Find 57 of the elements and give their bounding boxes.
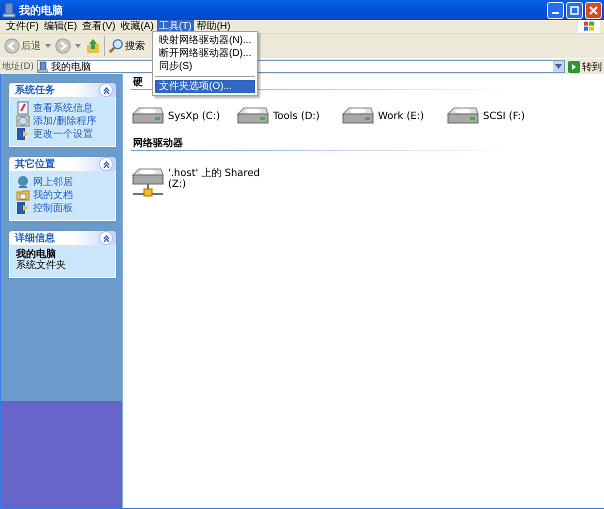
dropdown-arrow-icon bbox=[44, 43, 52, 49]
go-button[interactable]: 转到 bbox=[568, 60, 602, 74]
menu-option[interactable]: 断开网络驱动器(D)... bbox=[155, 47, 256, 60]
minimize-button[interactable] bbox=[547, 2, 564, 18]
address-label: 地址(D) bbox=[2, 60, 34, 73]
minimize-icon bbox=[552, 12, 559, 14]
section-heading: 网络驱动器 bbox=[131, 138, 513, 151]
maximize-button[interactable] bbox=[566, 2, 583, 18]
forward-button[interactable] bbox=[54, 37, 72, 55]
drive-label[interactable]: SysXp (C:) bbox=[168, 110, 220, 122]
chevron-up-icon bbox=[102, 160, 110, 168]
panel-title: 系统任务 bbox=[15, 84, 55, 97]
folder-icon bbox=[16, 188, 30, 202]
detail-description: 系统文件夹 bbox=[16, 260, 67, 271]
collapse-button[interactable] bbox=[99, 83, 113, 97]
document-icon bbox=[16, 100, 30, 114]
disc-icon bbox=[16, 114, 30, 128]
menu-option[interactable]: 映射网络驱动器(N)... bbox=[155, 34, 256, 47]
maximize-icon bbox=[570, 6, 579, 14]
dropdown-arrow-icon bbox=[555, 64, 562, 69]
drive-label[interactable]: Tools (D:) bbox=[273, 110, 320, 122]
drive-label[interactable]: Work (E:) bbox=[378, 110, 424, 122]
flag-logo-icon bbox=[583, 21, 595, 32]
panel-title: 详细信息 bbox=[15, 231, 55, 245]
task-link[interactable]: 网上邻居 bbox=[33, 174, 73, 188]
menu-item[interactable]: 文件(F) bbox=[4, 20, 41, 33]
dropdown-arrow-icon bbox=[74, 43, 82, 49]
menu-item[interactable]: 编辑(E) bbox=[42, 20, 80, 33]
collapse-button[interactable] bbox=[99, 157, 113, 171]
drive-label[interactable]: '.host' 上的 Shared (Z:) bbox=[168, 165, 260, 190]
up-folder-icon bbox=[85, 37, 101, 55]
window-title: 我的电脑 bbox=[19, 2, 64, 18]
panel-icon bbox=[16, 200, 30, 214]
menu-option[interactable]: 文件夹选项(O)... bbox=[155, 80, 256, 93]
task-link[interactable]: 我的文档 bbox=[33, 188, 73, 202]
menu-item[interactable]: 帮助(H) bbox=[194, 20, 232, 33]
globe-icon bbox=[16, 174, 30, 188]
detail-name: 我的电脑 bbox=[16, 249, 56, 260]
search-button[interactable]: 搜索 bbox=[107, 37, 146, 55]
computer-icon bbox=[2, 2, 16, 18]
task-link[interactable]: 添加/删除程序 bbox=[33, 114, 96, 128]
drive-label[interactable]: SCSI (F:) bbox=[483, 110, 525, 122]
panel-icon bbox=[16, 126, 30, 140]
menu-item[interactable]: 查看(V) bbox=[80, 20, 118, 33]
menu-option[interactable]: 同步(S) bbox=[155, 60, 256, 73]
task-link[interactable]: 控制面板 bbox=[33, 200, 73, 214]
close-icon bbox=[589, 6, 598, 14]
collapse-button[interactable] bbox=[99, 231, 113, 245]
task-link[interactable]: 查看系统信息 bbox=[33, 100, 93, 114]
chevron-up-icon bbox=[102, 234, 110, 242]
task-link[interactable]: 更改一个设置 bbox=[33, 126, 93, 140]
panel-title: 其它位置 bbox=[15, 157, 55, 171]
menu-item[interactable]: 收藏(A) bbox=[118, 20, 156, 33]
back-button[interactable]: 后退 bbox=[3, 37, 42, 55]
close-button[interactable] bbox=[585, 2, 602, 18]
chevron-up-icon bbox=[102, 86, 110, 94]
search-icon bbox=[108, 38, 124, 54]
